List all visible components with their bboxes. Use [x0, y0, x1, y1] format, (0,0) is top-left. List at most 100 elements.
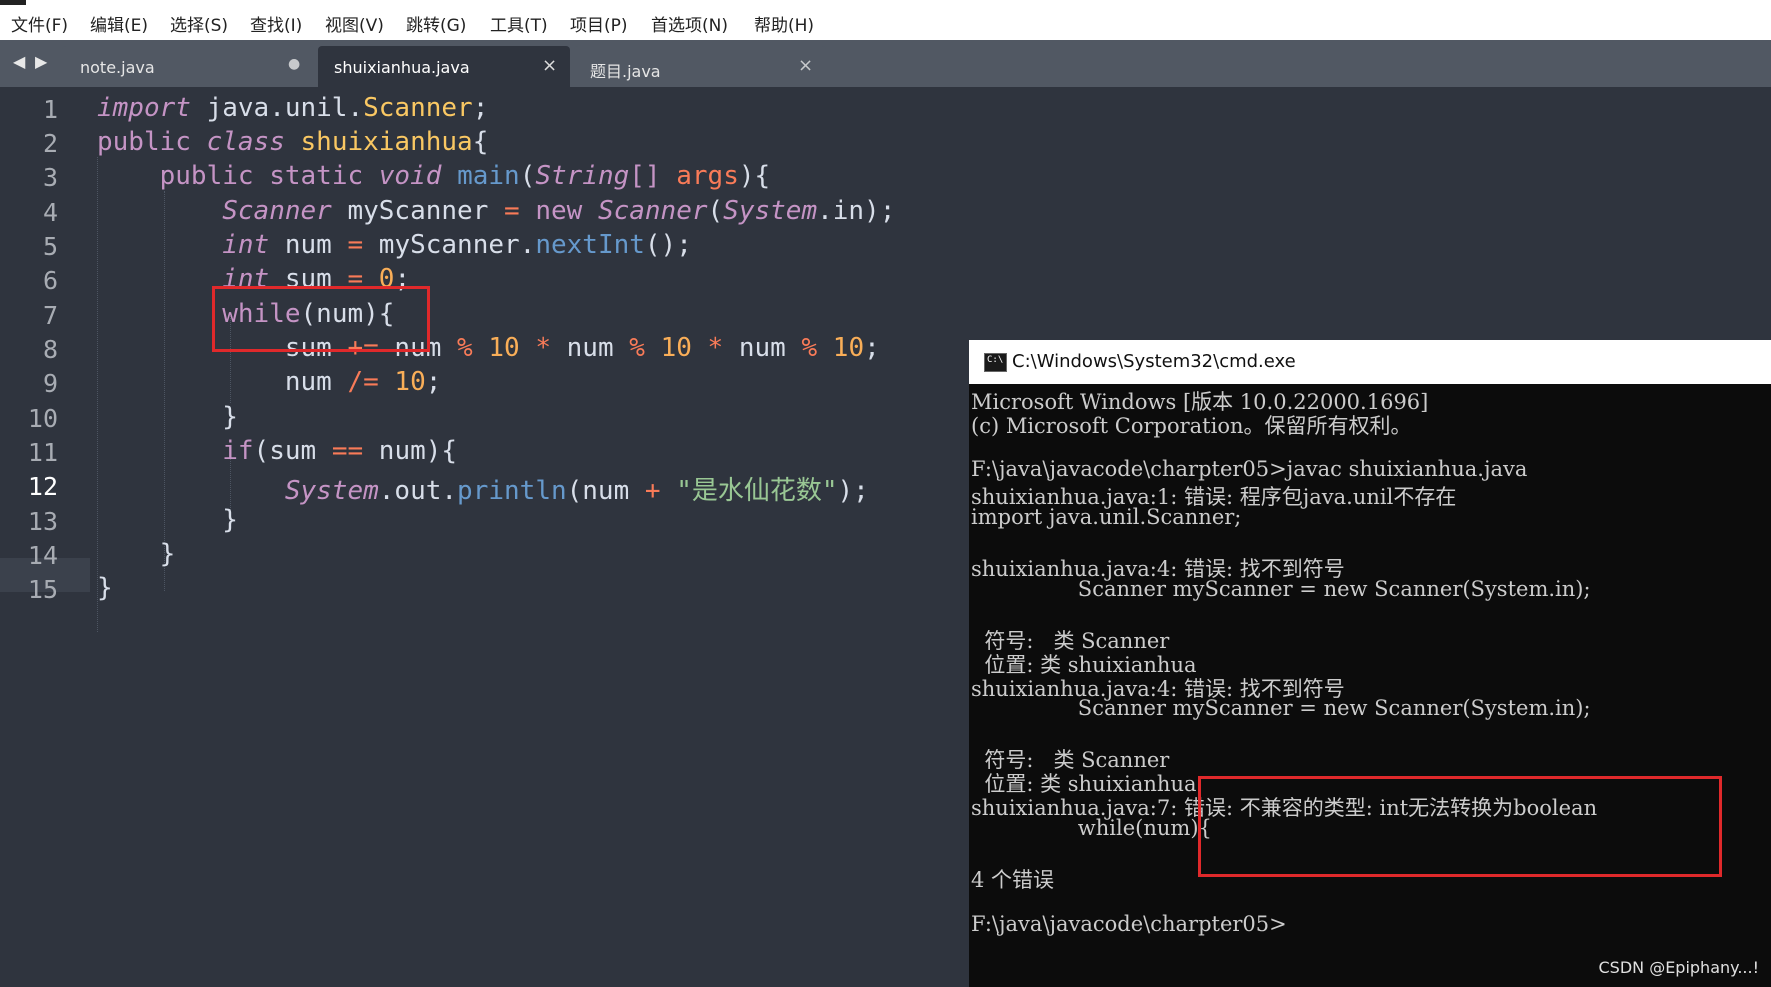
token: }	[97, 539, 176, 569]
tab-back-icon[interactable]: ◀	[13, 52, 25, 71]
code-line-5: int num = myScanner.nextInt();	[97, 230, 692, 260]
code-line-14: }	[97, 539, 176, 569]
tab-label: 题目.java	[590, 62, 661, 81]
token: println	[457, 476, 567, 506]
menu-find[interactable]: 查找(I)	[250, 11, 302, 36]
token: num){	[363, 436, 458, 466]
token: 10	[832, 333, 865, 363]
token: (	[519, 161, 536, 191]
token: ();	[644, 230, 692, 260]
menu-preferences[interactable]: 首选项(N)	[651, 11, 728, 36]
token: num	[550, 333, 630, 363]
cmd-title-bar[interactable]: C:\ C:\Windows\System32\cmd.exe	[969, 340, 1771, 384]
tab-forward-icon[interactable]: ▶	[35, 52, 47, 71]
token: );	[837, 476, 869, 506]
token: 10	[488, 333, 520, 363]
menu-goto[interactable]: 跳转(G)	[406, 11, 466, 36]
token: myScanner.	[363, 230, 536, 260]
menu-tools[interactable]: 工具(T)	[490, 11, 548, 36]
token: new	[535, 196, 583, 226]
menu-edit[interactable]: 编辑(E)	[90, 11, 148, 36]
line-number: 13	[27, 507, 58, 536]
while-highlight-box	[212, 286, 430, 352]
tab-bar: ◀ ▶ note.java ● shuixianhua.java × 题目.ja…	[0, 40, 1771, 87]
code-line-11: if(sum == num){	[97, 436, 457, 466]
menu-bar: 文件(F) 编辑(E) 选择(S) 查找(I) 视图(V) 跳转(G) 工具(T…	[0, 0, 1771, 41]
token: ;	[864, 333, 880, 363]
tab-timu-java[interactable]: 题目.java ×	[574, 46, 826, 87]
token: %	[457, 333, 473, 363]
token: Scanner	[363, 93, 473, 123]
line-number: 9	[42, 369, 58, 398]
close-icon[interactable]: ×	[542, 55, 557, 76]
code-line-2: public class shuixianhua{	[97, 127, 488, 157]
token: class	[206, 127, 285, 157]
cmd-output-line: import java.unil.Scanner;	[971, 505, 1242, 529]
error-highlight-box	[1198, 776, 1722, 877]
token: void	[378, 161, 442, 191]
menu-view[interactable]: 视图(V)	[325, 11, 384, 36]
unsaved-dot-icon[interactable]: ●	[288, 56, 300, 72]
cmd-window[interactable]: C:\ C:\Windows\System32\cmd.exe Microsof…	[969, 340, 1771, 987]
code-line-9: num /= 10;	[97, 367, 442, 397]
token: Scanner	[222, 196, 332, 226]
line-number: 5	[42, 232, 58, 261]
cmd-output-line: while(num){	[971, 816, 1212, 840]
token: num	[97, 367, 348, 397]
token: .in);	[817, 196, 896, 226]
token: shuixianhua	[300, 127, 473, 157]
menu-select[interactable]: 选择(S)	[170, 11, 228, 36]
line-number: 10	[27, 404, 58, 433]
cmd-output-line: (c) Microsoft Corporation。保留所有权利。	[971, 414, 1412, 438]
code-line-15: }	[97, 573, 113, 603]
token: import	[97, 93, 191, 123]
cmd-icon: C:\	[984, 353, 1007, 372]
line-number: 14	[27, 541, 58, 570]
cmd-output-line: Scanner myScanner = new Scanner(System.i…	[971, 696, 1591, 720]
token: public	[97, 127, 191, 157]
token: 10	[660, 333, 692, 363]
code-line-3: public static void main(String[] args){	[97, 161, 771, 191]
token: System	[284, 476, 379, 506]
tab-shuixianhua-java[interactable]: shuixianhua.java ×	[318, 46, 570, 87]
line-number: 8	[42, 335, 58, 364]
code-line-13: }	[97, 505, 238, 535]
token: nextInt	[535, 230, 645, 260]
menu-help[interactable]: 帮助(H)	[754, 11, 814, 36]
token: }	[97, 573, 113, 603]
token: num	[269, 230, 348, 260]
token: ){	[738, 161, 771, 191]
menu-file[interactable]: 文件(F)	[11, 11, 68, 36]
code-line-12: System.out.println(num + "是水仙花数");	[97, 470, 869, 507]
window-icon	[0, 0, 26, 5]
tab-note-java[interactable]: note.java ●	[62, 46, 314, 87]
token: "是水仙花数"	[676, 476, 838, 506]
token: num	[723, 333, 802, 363]
close-icon[interactable]: ×	[798, 55, 813, 76]
token: myScanner	[331, 196, 504, 226]
tab-label: note.java	[80, 58, 155, 77]
token: ;	[472, 93, 489, 123]
menu-project[interactable]: 项目(P)	[570, 11, 628, 36]
token: if	[222, 436, 254, 466]
token: }	[97, 505, 238, 535]
code-line-4: Scanner myScanner = new Scanner(System.i…	[97, 196, 895, 226]
token: int	[222, 230, 270, 260]
token: }	[97, 402, 238, 432]
cmd-title: C:\Windows\System32\cmd.exe	[1012, 351, 1296, 372]
